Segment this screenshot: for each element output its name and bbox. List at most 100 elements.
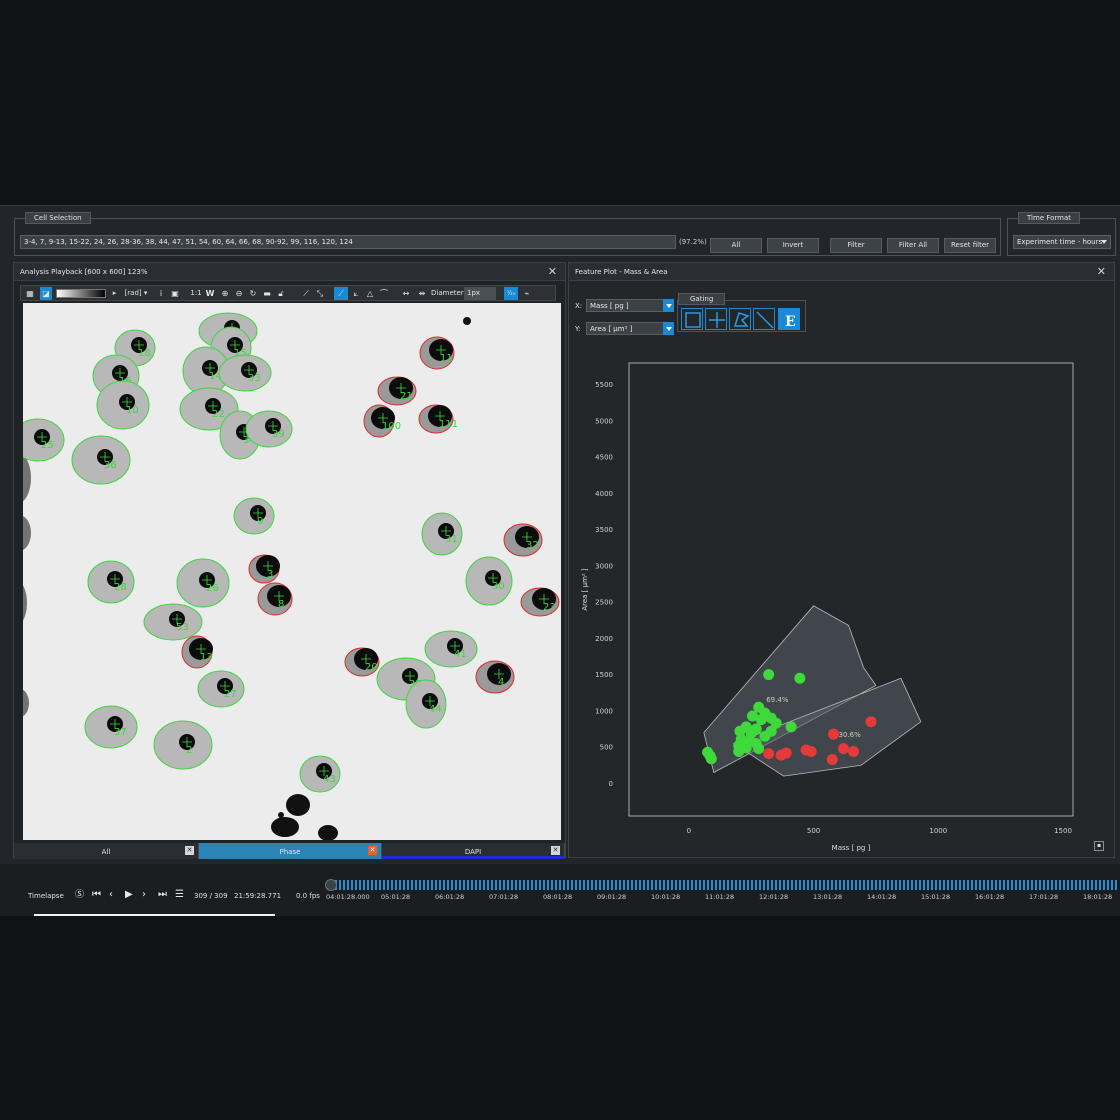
cell-label: 53	[176, 622, 189, 633]
ellipse-gate-icon[interactable]: E	[778, 308, 800, 330]
tab-dapi[interactable]: DAPI ✕	[382, 843, 565, 859]
compress-horizontal-icon[interactable]: ⇹	[415, 287, 429, 300]
minus-icon[interactable]: ▬	[261, 287, 273, 300]
cell-26[interactable]: 26	[176, 558, 230, 608]
rectangle-gate-icon[interactable]	[681, 308, 703, 330]
cell-53[interactable]: 53	[143, 603, 203, 641]
timeline-tick-label: 09:01:28	[597, 893, 627, 901]
tab-close-icon[interactable]: ✕	[551, 846, 560, 855]
lut-gradient[interactable]	[56, 289, 106, 298]
y-tick-label: 5500	[595, 381, 613, 389]
ruler-clear-icon[interactable]: ⤡	[314, 287, 326, 300]
close-icon[interactable]: ✕	[1097, 266, 1106, 278]
filter-all-button[interactable]: Filter All	[887, 238, 939, 253]
line-measure-icon[interactable]: ⟋	[334, 287, 348, 300]
cell-3[interactable]: 3	[248, 554, 280, 584]
cell-31[interactable]: 31	[421, 512, 463, 556]
x-axis-select[interactable]: Mass [ pg ]	[586, 299, 674, 312]
scatter-plot[interactable]: 0 500 1000 1500 2000 2500 3000 3500 4000 4500 5000…	[569, 343, 1116, 858]
film-icon[interactable]: ▦	[24, 287, 36, 300]
play-icon[interactable]: ▶	[125, 889, 133, 901]
cell-label: 41	[454, 649, 467, 660]
timeline-track[interactable]	[327, 880, 1117, 890]
first-frame-icon[interactable]: ⏮︎	[92, 889, 101, 901]
polygon-gate-icon[interactable]	[729, 308, 751, 330]
info-icon[interactable]: i	[156, 287, 166, 300]
cell-37[interactable]: 37	[84, 705, 138, 749]
quadrant-gate-icon[interactable]	[705, 308, 727, 330]
timeline-handle[interactable]	[325, 879, 337, 891]
cell-label: 10	[126, 405, 139, 416]
unit-select[interactable]: [rad] ▾	[121, 287, 151, 300]
next-frame-icon[interactable]: ›	[142, 889, 146, 901]
prev-frame-icon[interactable]: ‹	[109, 889, 113, 901]
close-icon[interactable]: ✕	[548, 266, 557, 278]
cell-9[interactable]: 9	[233, 497, 275, 535]
diameter-input[interactable]: 1px	[464, 287, 496, 300]
timeline-tick-label: 14:01:28	[867, 893, 897, 901]
contrast-icon[interactable]: ◪	[40, 287, 52, 300]
cell-43[interactable]: 43	[299, 755, 341, 793]
cell-27[interactable]: 27	[197, 670, 245, 708]
y-axis-select[interactable]: Area [ μm² ]	[586, 322, 674, 335]
cell-label: 36	[104, 460, 117, 471]
time-format-select[interactable]: Experiment time - hours	[1013, 235, 1111, 249]
cell-32[interactable]: 32	[503, 523, 543, 557]
lut-menu-icon[interactable]: ▸	[110, 287, 119, 300]
cell-label: 27	[224, 689, 237, 700]
line-gate-icon[interactable]	[753, 308, 775, 330]
contour-icon[interactable]: ⌁	[521, 287, 533, 300]
cell-8[interactable]: 8	[257, 582, 293, 616]
timeline-tick-label: 18:01:28	[1083, 893, 1113, 901]
scatter-plot-svg: 0500100015002000250030003500400045005000…	[581, 362, 1074, 852]
cell-4[interactable]: 4	[475, 660, 515, 694]
cell-numbers-icon[interactable]: ½₃	[504, 287, 518, 300]
export-icon[interactable]: ▪	[1094, 841, 1104, 851]
tab-all[interactable]: All ✕	[14, 843, 199, 859]
last-frame-icon[interactable]: ⏭︎	[158, 889, 167, 901]
curve-icon[interactable]: ⌒	[378, 287, 390, 300]
cell-20[interactable]: 20	[344, 647, 380, 677]
cell-2[interactable]: 2	[153, 720, 213, 770]
cell-label: 8	[278, 599, 284, 610]
cell-selection-input[interactable]: 3-4, 7, 9-13, 15-22, 24, 26, 28-36, 38, …	[20, 235, 676, 249]
tab-phase[interactable]: Phase ✕	[199, 843, 382, 859]
angle-icon[interactable]: ⟀	[350, 287, 362, 300]
cell-label: 111	[439, 419, 458, 430]
cell-41[interactable]: 41	[424, 630, 478, 668]
menu-icon[interactable]: ☰	[175, 889, 184, 901]
cell-30[interactable]: 30	[465, 556, 513, 606]
cell-label: 37	[114, 727, 127, 738]
triangle-icon[interactable]: △	[364, 287, 376, 300]
invert-button[interactable]: Invert	[767, 238, 819, 253]
data-point	[847, 745, 859, 757]
tab-close-icon[interactable]: ✕	[368, 846, 377, 855]
cell-39[interactable]: 39	[245, 410, 293, 448]
cell-11[interactable]: 11	[419, 336, 455, 370]
cell-image-view[interactable]: 1816101215143322343925369282653313041354…	[23, 303, 561, 840]
cell-33[interactable]: 33	[218, 354, 272, 392]
rotate-icon[interactable]: ↻	[247, 287, 259, 300]
fit-width-button[interactable]: W	[205, 287, 215, 300]
tab-close-icon[interactable]: ✕	[185, 846, 194, 855]
all-button[interactable]: All	[710, 238, 762, 253]
filter-button[interactable]: Filter	[830, 238, 882, 253]
cell-44[interactable]: 44	[405, 679, 447, 729]
ruler-icon[interactable]: ⟋	[300, 287, 312, 300]
frame-counter: 309 / 309	[194, 892, 228, 900]
zoom-ratio-button[interactable]: 1:1	[189, 287, 203, 300]
cell-28[interactable]: 28	[87, 560, 135, 604]
zoom-in-icon[interactable]: ⊕	[219, 287, 231, 300]
cell-13[interactable]: 13	[181, 635, 213, 669]
gate-percent-label: 69.4%	[766, 696, 789, 704]
zoom-out-icon[interactable]: ⊖	[233, 287, 245, 300]
cell-21[interactable]: 21	[377, 376, 417, 406]
cell-10[interactable]: 10	[96, 380, 150, 430]
cell-36[interactable]: 36	[71, 435, 131, 485]
cell-23[interactable]: 23	[520, 587, 560, 617]
save-icon[interactable]: ▣	[170, 287, 180, 300]
lock-icon[interactable]: 🔓︎	[275, 287, 287, 300]
expand-horizontal-icon[interactable]: ↔	[399, 287, 413, 300]
reset-filter-button[interactable]: Reset filter	[944, 238, 996, 253]
loop-icon[interactable]: Ⓢ	[75, 889, 84, 901]
